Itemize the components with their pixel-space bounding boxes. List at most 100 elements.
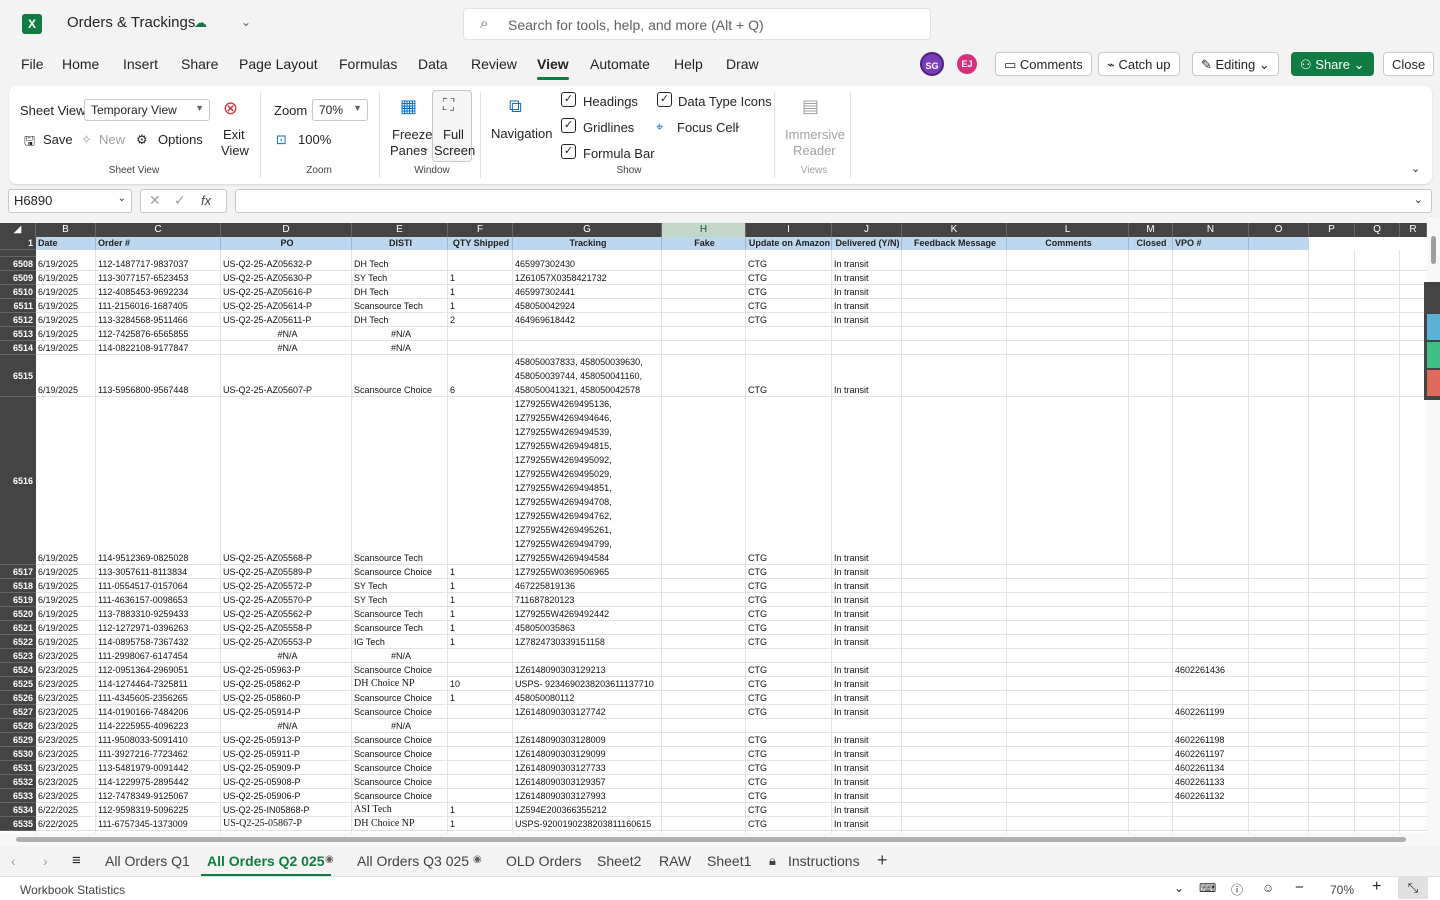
po-cell[interactable]: US-Q2-25-IN05868-P <box>221 803 352 817</box>
immersive-reader-line1[interactable]: Immersive <box>785 127 845 142</box>
sheet-tab[interactable]: Sheet1 <box>707 853 751 869</box>
order-cell[interactable]: 111-6757345-1373009 <box>96 817 221 831</box>
order-cell[interactable]: 114-0822108-9177847 <box>96 341 221 355</box>
delivered-cell[interactable] <box>832 341 902 355</box>
qty-cell[interactable] <box>448 775 513 789</box>
tracking-cell[interactable]: 465997302430 <box>513 257 682 271</box>
gridlines-label[interactable]: Gridlines <box>583 120 634 135</box>
order-cell[interactable]: 113-3077157-6523453 <box>96 271 221 285</box>
row-number[interactable]: 6525 <box>0 677 36 691</box>
order-cell[interactable]: 111-4345605-2356265 <box>96 691 221 705</box>
amazon-update-cell[interactable]: CTG <box>746 803 832 817</box>
amazon-update-cell[interactable]: CTG <box>746 313 832 327</box>
name-box[interactable]: H6890 ⌄ <box>8 189 132 213</box>
row-number[interactable]: 6524 <box>0 663 36 677</box>
zoom-level[interactable]: 70% <box>1330 883 1354 897</box>
order-cell[interactable]: 112-7478349-9125067 <box>96 789 221 803</box>
delivered-cell[interactable]: In transit <box>832 747 902 761</box>
tracking-cell[interactable]: 1Z79255W4269494708, <box>513 495 682 509</box>
delivered-cell[interactable]: In transit <box>832 607 902 621</box>
row-number[interactable]: 6533 <box>0 789 36 803</box>
disti-cell[interactable]: Scansource Choice <box>352 733 448 747</box>
amazon-update-cell[interactable]: CTG <box>746 299 832 313</box>
date-cell[interactable]: 6/19/2025 <box>36 551 96 565</box>
column-header[interactable]: N <box>1173 223 1249 237</box>
data-type-icons-checkbox[interactable]: ✓ <box>657 92 672 107</box>
po-cell[interactable]: US-Q2-25-05913-P <box>221 733 352 747</box>
column-header[interactable]: M <box>1129 223 1173 237</box>
row-number[interactable]: 6519 <box>0 593 36 607</box>
tracking-cell[interactable]: 1Z6148090303127742 <box>513 705 682 719</box>
vpo-cell[interactable] <box>1173 285 1249 299</box>
table-header-cell[interactable]: Feedback Message <box>902 237 1007 250</box>
function-icon[interactable]: fx <box>201 193 211 208</box>
amazon-update-cell[interactable]: CTG <box>746 565 832 579</box>
exit-view-line2[interactable]: View <box>221 143 249 158</box>
amazon-update-cell[interactable] <box>746 341 832 355</box>
tracking-cell[interactable]: 458050039744, 458050041160, <box>513 369 682 383</box>
vpo-cell[interactable] <box>1173 593 1249 607</box>
sheet-tab[interactable]: Instructions <box>788 853 860 869</box>
order-cell[interactable]: 111-2998067-6147454 <box>96 649 221 663</box>
amazon-update-cell[interactable] <box>746 327 832 341</box>
po-cell[interactable]: US-Q2-25-05909-P <box>221 761 352 775</box>
delivered-cell[interactable]: In transit <box>832 775 902 789</box>
tracking-cell[interactable]: 1Z79255W4269494762, <box>513 509 682 523</box>
delivered-cell[interactable]: In transit <box>832 733 902 747</box>
column-header[interactable]: R <box>1400 223 1427 237</box>
menu-automate[interactable]: Automate <box>590 56 650 72</box>
data-type-icons-label[interactable]: Data Type Icons <box>678 94 772 109</box>
tracking-cell[interactable]: 1Z79255W4269495092, <box>513 453 682 467</box>
tracking-cell[interactable]: 458050042924 <box>513 299 682 313</box>
row-number[interactable]: 6534 <box>0 803 36 817</box>
vpo-cell[interactable] <box>1173 565 1249 579</box>
tracking-cell[interactable]: 1Z79255W0369506965 <box>513 565 682 579</box>
formula-bar-label[interactable]: Formula Bar <box>583 146 655 161</box>
tracking-cell[interactable]: 1Z594E200366355212 <box>513 803 682 817</box>
delivered-cell[interactable]: In transit <box>832 691 902 705</box>
date-cell[interactable]: 6/23/2025 <box>36 649 96 663</box>
delivered-cell[interactable]: In transit <box>832 257 902 271</box>
column-header[interactable]: H <box>662 223 746 237</box>
date-cell[interactable]: 6/19/2025 <box>36 635 96 649</box>
disti-cell[interactable]: ASI Tech <box>352 803 448 817</box>
scroll-tabs-left-icon[interactable]: ‹ <box>11 853 16 869</box>
comments-button[interactable]: ▭ Comments <box>995 52 1092 76</box>
order-cell[interactable]: 114-2225955-4096223 <box>96 719 221 733</box>
order-cell[interactable]: 113-5956800-9567448 <box>96 383 221 397</box>
search-box[interactable]: ⌕ Search for tools, help, and more (Alt … <box>463 8 931 40</box>
add-sheet-icon[interactable]: + <box>877 850 888 871</box>
amazon-update-cell[interactable]: CTG <box>746 677 832 691</box>
delivered-cell[interactable]: In transit <box>832 271 902 285</box>
date-cell[interactable]: 6/23/2025 <box>36 677 96 691</box>
navigation-button[interactable]: Navigation <box>491 126 552 141</box>
tracking-cell[interactable]: 1Z6148090303128009 <box>513 733 682 747</box>
exit-view-line1[interactable]: Exit <box>223 127 245 142</box>
order-cell[interactable]: 112-0951364-2969051 <box>96 663 221 677</box>
focus-cell-button[interactable]: Focus Cell <box>677 120 738 135</box>
order-cell[interactable]: 113-3284568-9511466 <box>96 313 221 327</box>
vpo-cell[interactable] <box>1173 383 1249 397</box>
amazon-update-cell[interactable]: CTG <box>746 747 832 761</box>
date-cell[interactable]: 6/19/2025 <box>36 285 96 299</box>
vpo-cell[interactable] <box>1173 579 1249 593</box>
amazon-update-cell[interactable]: CTG <box>746 607 832 621</box>
table-header-cell[interactable]: Tracking <box>513 237 662 250</box>
date-cell[interactable]: 6/19/2025 <box>36 271 96 285</box>
order-cell[interactable]: 113-7883310-9259433 <box>96 607 221 621</box>
share-button[interactable]: ⚇ Share ⌄ <box>1291 52 1374 76</box>
po-cell[interactable]: #N/A <box>221 649 352 663</box>
vpo-cell[interactable] <box>1173 271 1249 285</box>
order-cell[interactable]: 112-1487717-9837037 <box>96 257 221 271</box>
column-header[interactable]: B <box>36 223 96 237</box>
amazon-update-cell[interactable]: CTG <box>746 579 832 593</box>
qty-cell[interactable] <box>448 551 513 565</box>
po-cell[interactable]: US-Q2-25-AZ05562-P <box>221 607 352 621</box>
date-cell[interactable]: 6/19/2025 <box>36 607 96 621</box>
row-number[interactable]: 6510 <box>0 285 36 299</box>
qty-cell[interactable]: 10 <box>448 677 513 691</box>
vpo-cell[interactable]: 4602261436 <box>1173 663 1249 677</box>
disti-cell[interactable]: Scansource Choice <box>352 761 448 775</box>
vpo-cell[interactable]: 4602261134 <box>1173 761 1249 775</box>
disti-cell[interactable]: Scansource Choice <box>352 691 448 705</box>
